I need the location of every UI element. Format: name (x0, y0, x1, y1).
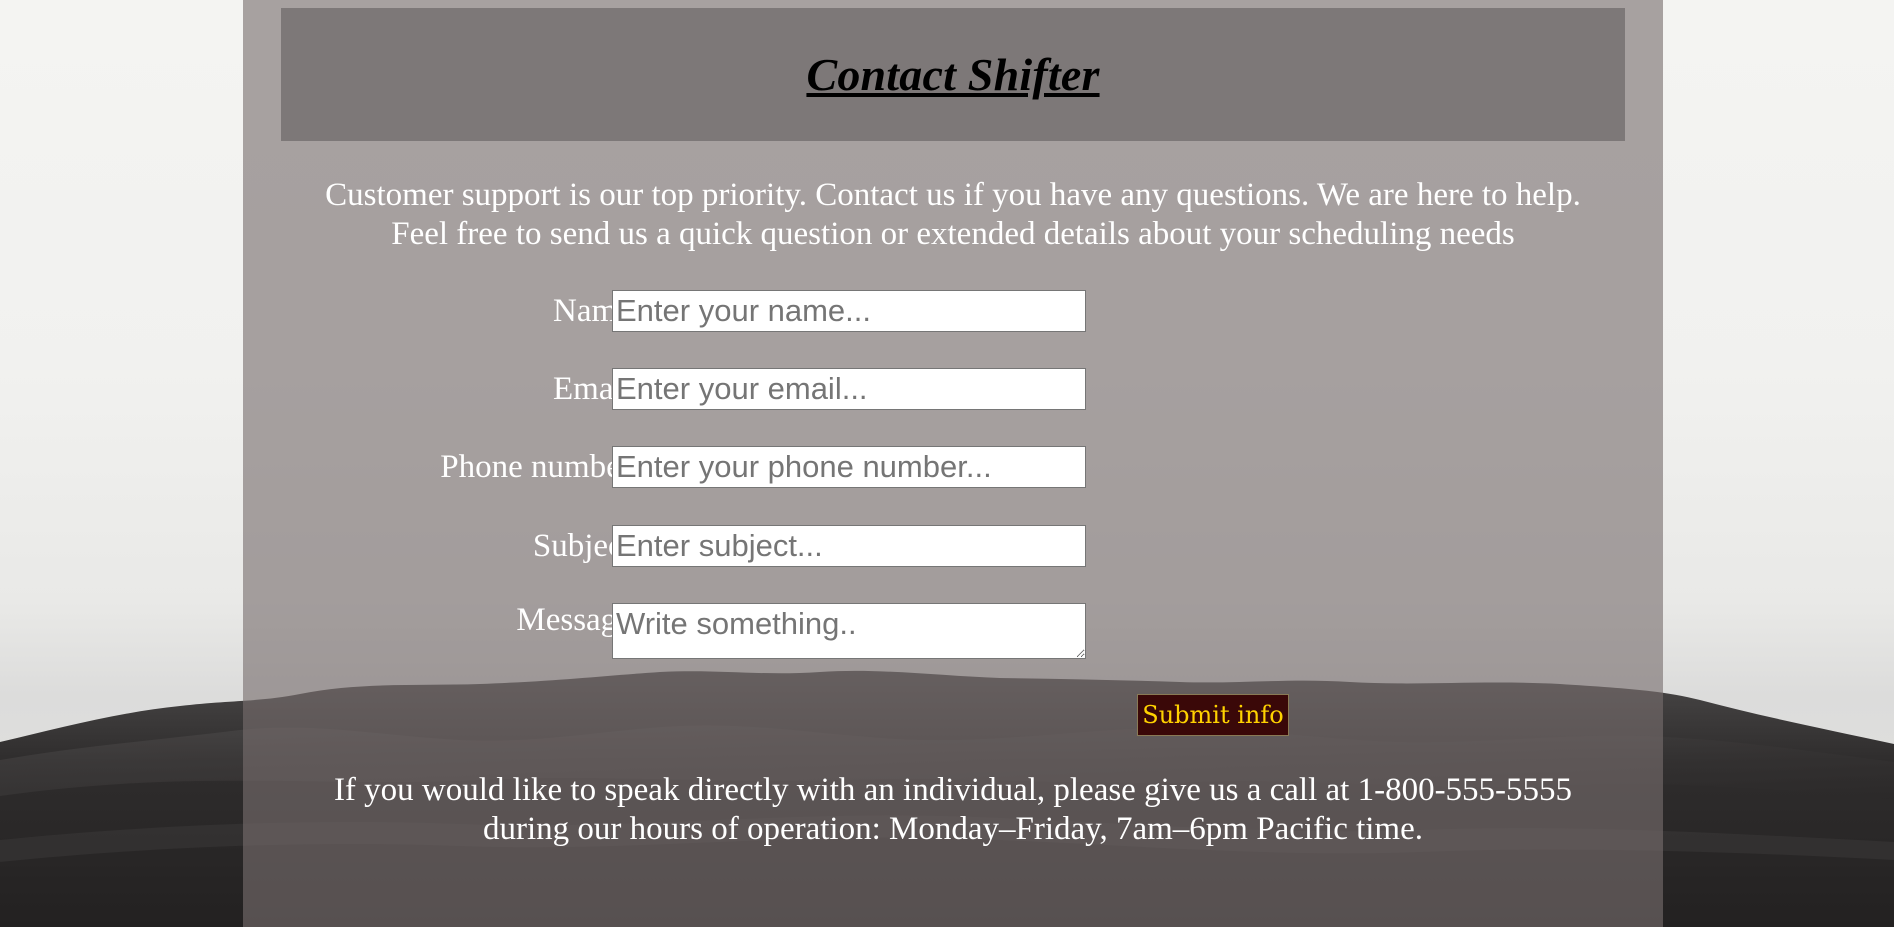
phone-input[interactable] (612, 446, 1086, 488)
email-input[interactable] (612, 368, 1086, 410)
submit-button[interactable]: Submit info (1137, 694, 1289, 736)
message-textarea[interactable] (612, 603, 1086, 659)
header-banner: Contact Shifter (281, 8, 1625, 141)
name-input[interactable] (612, 290, 1086, 332)
phone-label: Phone number: (440, 449, 641, 485)
intro-line-2: Feel free to send us a quick question or… (391, 216, 1515, 252)
subject-input[interactable] (612, 525, 1086, 567)
page-title: Contact Shifter (806, 49, 1100, 100)
intro-text: Customer support is our top priority. Co… (243, 176, 1663, 254)
footer-line-1: If you would like to speak directly with… (333, 772, 1573, 808)
contact-panel: Contact Shifter Customer support is our … (243, 0, 1663, 927)
footer-contact-info: If you would like to speak directly with… (243, 771, 1663, 849)
intro-line-1: Customer support is our top priority. Co… (325, 177, 1581, 213)
footer-line-2: during our hours of operation: Monday–Fr… (482, 811, 1424, 847)
